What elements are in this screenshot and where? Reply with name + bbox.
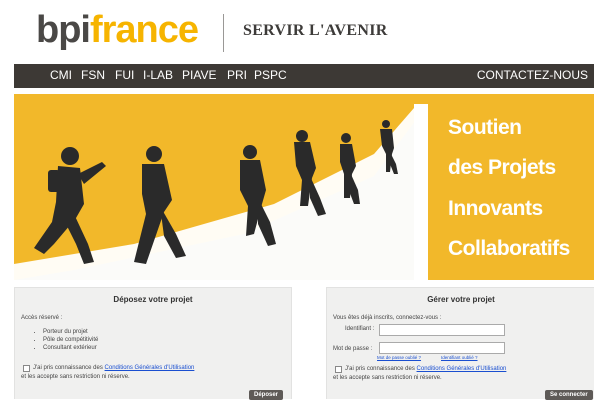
cgu-link[interactable]: Conditions Générales d'Utilisation: [417, 366, 507, 372]
identifiant-input[interactable]: [379, 324, 505, 336]
tagline: SERVIR L'AVENIR: [243, 22, 388, 39]
access-list: Porteur du projet Pôle de compétitivité …: [33, 328, 98, 352]
nav-item-fsn[interactable]: FSN: [81, 68, 105, 82]
main-nav: CMI FSN FUI I-LAB PIAVE PRI PSPC CONTACT…: [14, 64, 594, 88]
access-label: Accès réservé :: [21, 315, 63, 321]
nav-item-pri[interactable]: PRI: [227, 68, 247, 82]
consent-text: J'ai pris connaissance des: [33, 365, 103, 371]
deposit-consent-tail: et les accepte sans restriction ni réser…: [21, 374, 130, 380]
site-header: bpifrance SERVIR L'AVENIR: [0, 0, 594, 64]
deposit-consent-text: J'ai pris connaissance des Conditions Gé…: [33, 365, 194, 371]
logo-bpi-text: bpi: [36, 9, 91, 51]
banner-line-2: des Projets: [448, 156, 556, 179]
forgot-password-link[interactable]: Mot de passe oublié ?: [377, 355, 421, 360]
identifiant-label: Identifiant :: [345, 326, 375, 332]
header-divider: [223, 14, 224, 52]
cgu-link[interactable]: Conditions Générales d'Utilisation: [105, 365, 195, 371]
banner-line-4: Collaboratifs: [448, 237, 570, 260]
list-item: Consultant extérieur: [43, 344, 98, 352]
logo-france-text: france: [89, 9, 199, 51]
list-item: Porteur du projet: [43, 328, 98, 336]
login-button[interactable]: Se connecter: [545, 390, 593, 400]
consent-text: J'ai pris connaissance des: [345, 366, 415, 372]
nav-item-cmi[interactable]: CMI: [50, 68, 72, 82]
password-label: Mot de passe :: [333, 346, 373, 352]
login-consent-checkbox[interactable]: [335, 366, 342, 373]
manage-panel-title: Gérer votre projet: [427, 295, 495, 304]
list-item: Pôle de compétitivité: [43, 336, 98, 344]
banner-line-1: Soutien: [448, 116, 522, 139]
login-intro: Vous êtes déjà inscrits, connectez-vous …: [333, 315, 442, 321]
deposit-consent-checkbox[interactable]: [23, 365, 30, 372]
forgot-id-link[interactable]: Identifiant oublié ?: [441, 355, 478, 360]
banner-line-3: Innovants: [448, 197, 543, 220]
nav-contact-link[interactable]: CONTACTEZ-NOUS: [477, 68, 588, 82]
bpifrance-logo[interactable]: bpifrance: [36, 8, 199, 52]
manage-project-panel: Gérer votre projet Vous êtes déjà inscri…: [326, 287, 594, 400]
deposit-panel-title: Déposez votre projet: [113, 295, 193, 304]
login-consent-text: J'ai pris connaissance des Conditions Gé…: [345, 366, 506, 372]
password-input[interactable]: [379, 342, 505, 354]
login-consent-tail: et les accepte sans restriction ni réser…: [333, 375, 442, 381]
nav-item-piave[interactable]: PIAVE: [182, 68, 216, 82]
deposit-project-panel: Déposez votre projet Accès réservé : Por…: [14, 287, 292, 400]
nav-item-fui[interactable]: FUI: [115, 68, 134, 82]
nav-item-ilab[interactable]: I-LAB: [143, 68, 173, 82]
deposit-button[interactable]: Déposer: [249, 390, 284, 400]
nav-item-pspc[interactable]: PSPC: [254, 68, 287, 82]
hero-banner: Soutien des Projets Innovants Collaborat…: [14, 94, 594, 280]
